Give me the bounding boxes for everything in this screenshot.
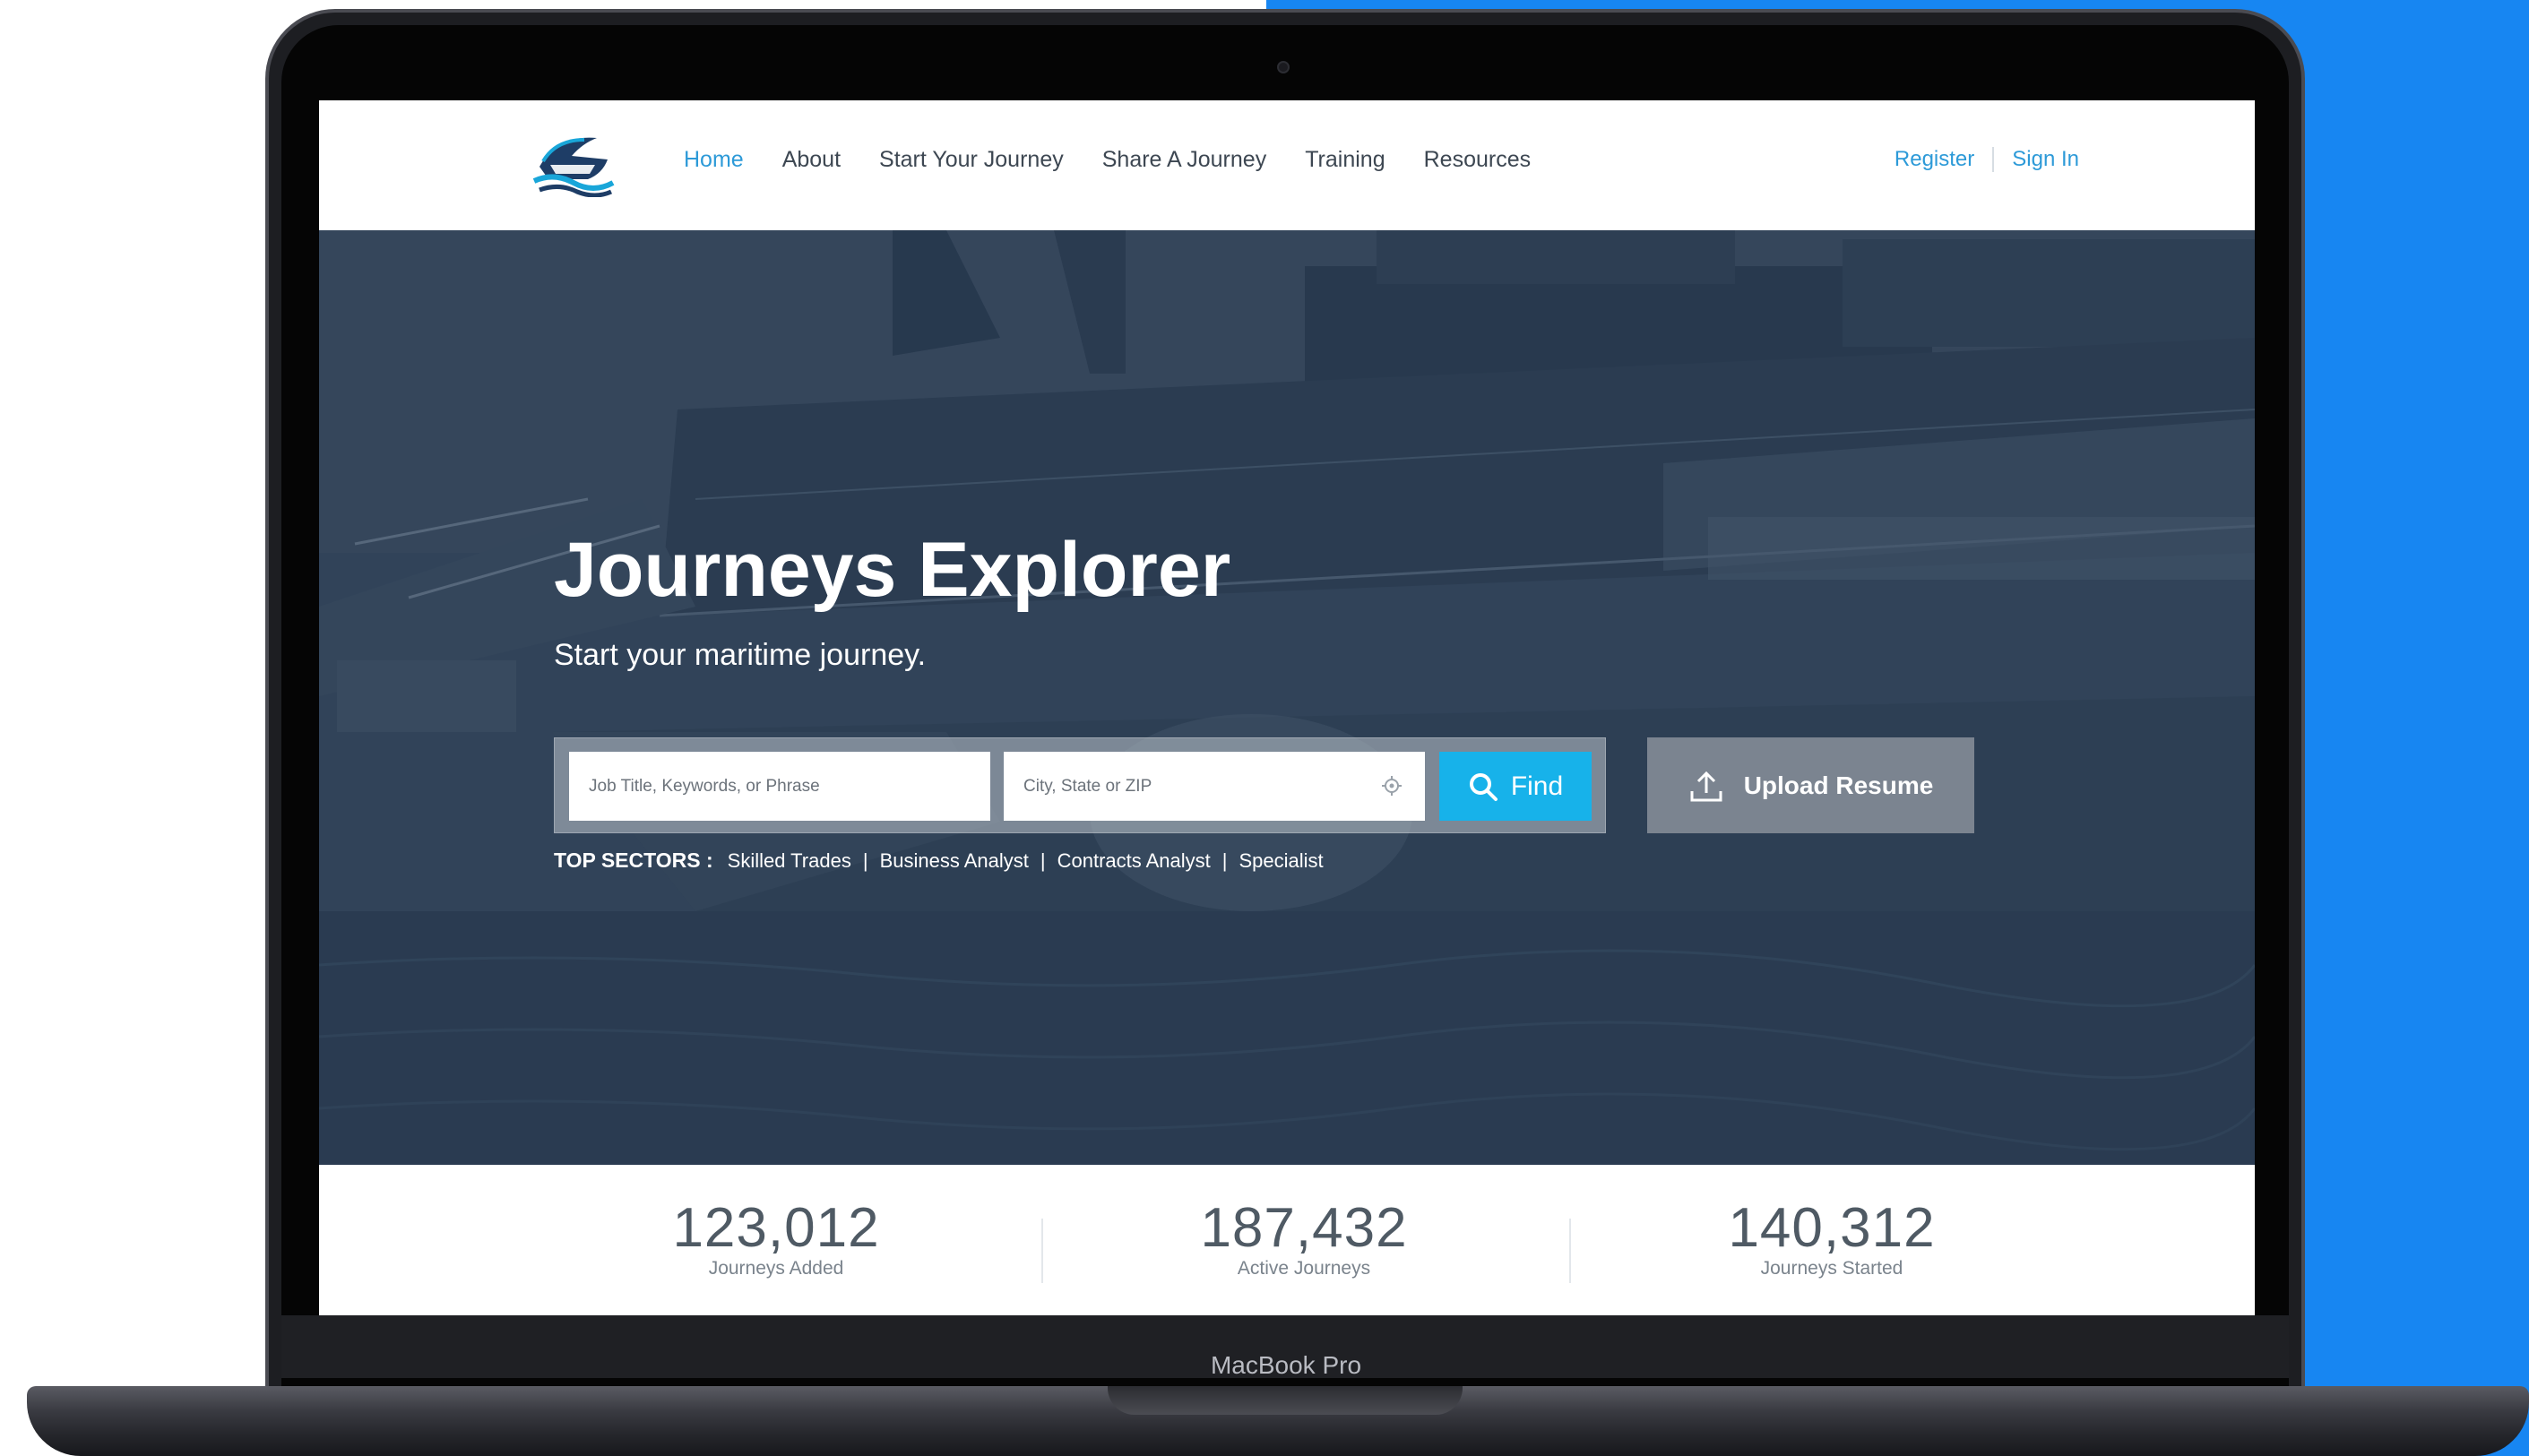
hero-subtitle: Start your maritime journey. (554, 638, 927, 672)
sector-business-analyst[interactable]: Business Analyst (880, 849, 1029, 873)
sector-divider: | (862, 849, 868, 872)
search-box: Find (554, 737, 1606, 833)
register-link[interactable]: Register (1895, 147, 1974, 172)
keyword-input[interactable] (569, 752, 990, 821)
nav-about[interactable]: About (782, 147, 841, 173)
auth-divider (1992, 147, 1995, 172)
location-input[interactable] (1004, 752, 1425, 821)
main-nav: Home About Start Your Journey Share A Jo… (684, 147, 1569, 173)
stat-label: Active Journeys (1237, 1258, 1371, 1279)
stat-value: 123,012 (672, 1197, 880, 1259)
find-button-label: Find (1510, 771, 1564, 801)
top-sectors: TOP SECTORS : Skilled Trades | Business … (554, 849, 1324, 873)
top-sectors-label: TOP SECTORS : (554, 849, 713, 872)
upload-resume-label: Upload Resume (1743, 771, 1934, 799)
sector-contracts-analyst[interactable]: Contracts Analyst (1057, 849, 1211, 873)
stat-active-journeys: 187,432 Active Journeys (1116, 1201, 1492, 1279)
sector-specialist[interactable]: Specialist (1239, 849, 1324, 873)
find-button[interactable]: Find (1439, 752, 1592, 821)
stat-value: 140,312 (1728, 1197, 1936, 1259)
laptop-screen: Home About Start Your Journey Share A Jo… (319, 100, 2255, 1315)
stat-divider (1041, 1219, 1043, 1283)
stat-divider (1569, 1219, 1571, 1283)
nav-start-your-journey[interactable]: Start Your Journey (879, 147, 1064, 173)
stats-bar: 123,012 Journeys Added 187,432 Active Jo… (319, 1165, 2255, 1315)
stat-value: 187,432 (1200, 1197, 1408, 1259)
stat-journeys-started: 140,312 Journeys Started (1644, 1201, 2020, 1279)
search-icon (1469, 772, 1498, 801)
hero-ship-illustration (319, 230, 2255, 1165)
upload-resume-button[interactable]: Upload Resume (1647, 737, 1974, 833)
sign-in-link[interactable]: Sign In (2012, 147, 2079, 172)
camera-icon (1277, 61, 1290, 73)
nav-resources[interactable]: Resources (1424, 147, 1532, 173)
location-target-icon[interactable] (1381, 775, 1403, 797)
upload-icon (1690, 771, 1722, 801)
ship-logo-icon[interactable] (531, 129, 617, 198)
stat-journeys-added: 123,012 Journeys Added (588, 1201, 964, 1279)
sector-divider: | (1221, 849, 1228, 872)
device-brand-label: MacBook Pro (1210, 1351, 1362, 1379)
top-navigation: Home About Start Your Journey Share A Jo… (319, 100, 2255, 230)
laptop-notch (1108, 1386, 1463, 1415)
stat-label: Journeys Started (1760, 1258, 1903, 1279)
sector-divider: | (1040, 849, 1046, 872)
nav-training[interactable]: Training (1305, 147, 1385, 173)
sector-skilled-trades[interactable]: Skilled Trades (728, 849, 851, 873)
stat-label: Journeys Added (708, 1258, 844, 1279)
auth-links: Register Sign In (1895, 147, 2079, 172)
hero-title: Journeys Explorer (554, 527, 1231, 613)
hero-section: Journeys Explorer Start your maritime jo… (319, 230, 2255, 1165)
nav-share-a-journey[interactable]: Share A Journey (1102, 147, 1266, 173)
nav-home[interactable]: Home (684, 147, 744, 173)
